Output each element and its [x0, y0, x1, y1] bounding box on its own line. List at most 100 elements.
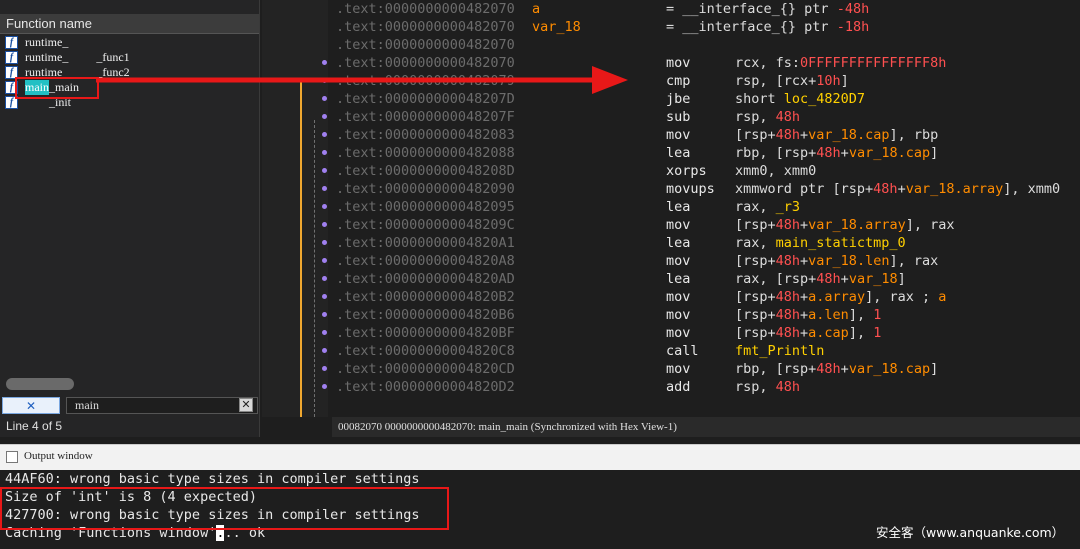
instruction-operands: xmmword ptr [rsp+48h+var_18.array], xmm0: [735, 180, 1060, 198]
breakpoint-dot: [322, 258, 327, 263]
disassembly-line[interactable]: .text:0000000000482088 lea rbp, [rsp+48h+v…: [336, 144, 1080, 162]
instruction-mnemonic: mov: [666, 289, 691, 305]
definition-text: = __interface_{} ptr: [666, 19, 837, 35]
function-name-column-header[interactable]: Function name: [0, 14, 259, 34]
disassembly-line[interactable]: .text:00000000004820CD mov rbp, [rsp+48h+v…: [336, 360, 1080, 378]
instruction-address: .text:0000000000482090: [336, 181, 515, 197]
definition-text: = __interface_{} ptr: [666, 1, 837, 17]
instruction-operands: [rsp+48h+var_18.cap], rbp: [735, 126, 938, 144]
breakpoint-dot: [322, 384, 327, 389]
disassembly-line[interactable]: .text:000000000048209C mov [rsp+48h+var_18…: [336, 216, 1080, 234]
instruction-address: .text:0000000000482095: [336, 199, 515, 215]
operand-text: ]: [930, 145, 939, 161]
operand-number: 10h: [816, 73, 841, 89]
instruction-operands: short loc_4820D7: [735, 90, 865, 108]
instruction-address: .text:00000000004820AD: [336, 271, 515, 287]
stack-variable-definition: = __interface_{} ptr -48h: [666, 0, 869, 18]
operand-text: +: [897, 181, 906, 197]
operand-reference: main_statictmp_0: [775, 235, 906, 251]
disassembly-line[interactable]: .text:00000000004820A8 mov [rsp+48h+var_18…: [336, 252, 1080, 270]
status-sync: (Synchronized with Hex View-1): [530, 421, 677, 433]
operand-text: rbp, [rsp+: [735, 361, 817, 377]
operand-text: rcx, fs:: [735, 55, 801, 71]
stack-variable-name: a: [532, 1, 541, 17]
disassembly-line[interactable]: .text:000000000048207F sub rsp, 48h: [336, 108, 1080, 126]
operand-number: 48h: [775, 325, 801, 341]
instruction-operands: rax, main_statictmp_0: [735, 234, 906, 252]
disassembly-line[interactable]: .text:0000000000482070 a = __interface_{} …: [336, 0, 1080, 18]
operand-number: 48h: [775, 109, 801, 125]
operand-text: +: [800, 307, 809, 323]
instruction-mnemonic: lea: [666, 145, 691, 161]
function-search-input[interactable]: main: [66, 397, 258, 414]
stack-variable-definition: = __interface_{} ptr -18h: [666, 18, 869, 36]
instruction-operands: xmm0, xmm0: [735, 162, 816, 180]
breakpoint-dot: [322, 330, 327, 335]
instruction-mnemonic: add: [666, 379, 691, 395]
instruction-operands: [rsp+48h+a.array], rax ; a: [735, 288, 946, 306]
disassembly-line[interactable]: .text:0000000000482070: [336, 36, 1080, 54]
function-list-item[interactable]: f runtime_: [0, 35, 259, 50]
disassembly-line[interactable]: .text:0000000000482090 movups xmmword ptr …: [336, 180, 1080, 198]
instruction-mnemonic: call: [666, 343, 699, 359]
instruction-address: .text:00000000004820A1: [336, 235, 515, 251]
instruction-address: .text:0000000000482088: [336, 145, 515, 161]
operand-text: +: [840, 145, 849, 161]
operand-text: +: [800, 253, 809, 269]
operand-text: ], rax: [905, 217, 955, 233]
instruction-address: .text:00000000004820C8: [336, 343, 515, 359]
operand-number: 48h: [775, 379, 801, 395]
operand-text: [rsp+: [735, 217, 776, 233]
status-offset: 00082070: [338, 421, 382, 433]
instruction-operands: [rsp+48h+var_18.array], rax: [735, 216, 955, 234]
instruction-mnemonic: sub: [666, 109, 691, 125]
disassembly-line[interactable]: .text:00000000004820B2 mov [rsp+48h+a.arra…: [336, 288, 1080, 306]
disassembly-line[interactable]: .text:0000000000482083 mov [rsp+48h+var_18…: [336, 126, 1080, 144]
operand-text: ], rax ;: [865, 289, 939, 305]
function-list-scrollbar[interactable]: [6, 378, 74, 390]
instruction-operands: rbp, [rsp+48h+var_18.cap]: [735, 144, 938, 162]
operand-text: xmm0, xmm0: [735, 163, 817, 179]
breakpoint-dot: [322, 240, 327, 245]
disassembly-line[interactable]: .text:00000000004820D2 add rsp, 48h: [336, 378, 1080, 396]
disassembly-line[interactable]: .text:0000000000482070 var_18 = __interfac…: [336, 18, 1080, 36]
disassembly-line[interactable]: .text:00000000004820A1 lea rax, main_stati…: [336, 234, 1080, 252]
instruction-operands: fmt_Println: [735, 342, 824, 360]
instruction-mnemonic: lea: [666, 235, 691, 251]
operand-number: 48h: [775, 217, 801, 233]
disassembly-line[interactable]: .text:000000000048208D xorps xmm0, xmm0: [336, 162, 1080, 180]
operand-text: rsp, [rcx+: [735, 73, 817, 89]
operand-variable: a.len: [808, 307, 849, 323]
disassembly-line[interactable]: .text:00000000004820AD lea rax, [rsp+48h+v…: [336, 270, 1080, 288]
disassembly-listing: .text:0000000000482070 a = __interface_{} …: [336, 0, 1080, 396]
breakpoint-dot: [322, 366, 327, 371]
search-close-button[interactable]: ✕: [2, 397, 60, 414]
disassembly-line[interactable]: .text:00000000004820C8 call fmt_Println: [336, 342, 1080, 360]
definition-offset: -48h: [836, 1, 870, 17]
operand-number: 48h: [873, 181, 898, 197]
breakpoint-dot: [322, 150, 327, 155]
instruction-address: .text:00000000004820B2: [336, 289, 515, 305]
operand-number: 48h: [775, 289, 801, 305]
instruction-address: .text:00000000004820BF: [336, 325, 515, 341]
operand-number: 48h: [775, 127, 801, 143]
output-line: 44AF60: wrong basic type sizes in compil…: [5, 471, 420, 487]
operand-reference: _r3: [775, 199, 801, 215]
disassembly-line[interactable]: .text:00000000004820BF mov [rsp+48h+a.cap]…: [336, 324, 1080, 342]
operand-text: [rsp+: [735, 127, 776, 143]
instruction-mnemonic: mov: [666, 253, 691, 269]
breakpoint-dot: [322, 294, 327, 299]
instruction-operands: rax, _r3: [735, 198, 800, 216]
instruction-mnemonic: mov: [666, 325, 691, 341]
disassembly-line[interactable]: .text:00000000004820B6 mov [rsp+48h+a.len]…: [336, 306, 1080, 324]
instruction-mnemonic: lea: [666, 271, 691, 287]
function-list-status: Line 4 of 5: [6, 419, 63, 433]
operand-text: +: [800, 127, 809, 143]
operand-number: 48h: [775, 253, 801, 269]
operand-variable: var_18: [848, 271, 898, 287]
instruction-operands: rsp, [rcx+10h]: [735, 72, 849, 90]
search-clear-icon[interactable]: ✕: [239, 398, 253, 412]
instruction-mnemonic: cmp: [666, 73, 691, 89]
disassembly-line[interactable]: .text:0000000000482095 lea rax, _r3: [336, 198, 1080, 216]
instruction-address: .text:0000000000482070: [336, 37, 515, 53]
